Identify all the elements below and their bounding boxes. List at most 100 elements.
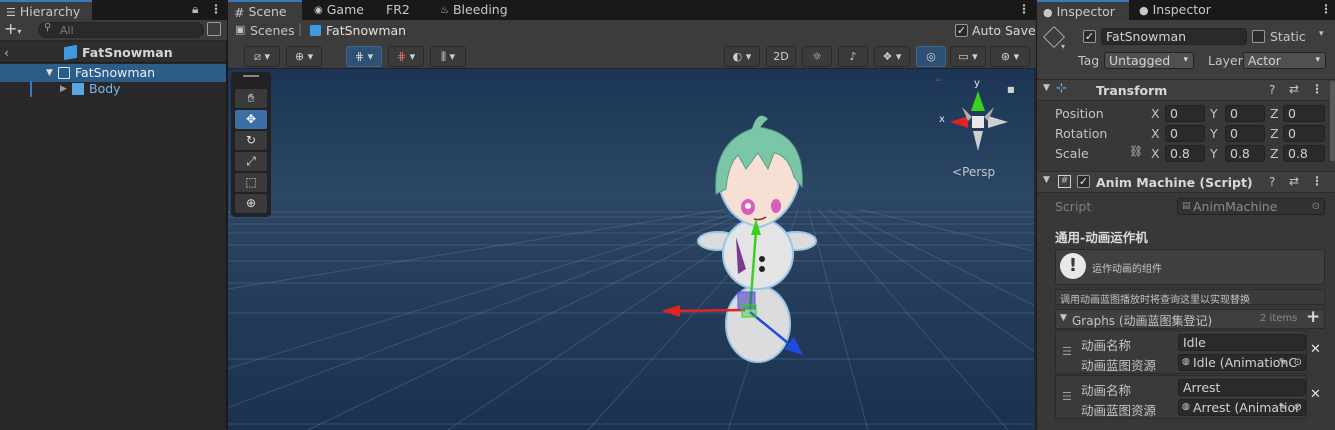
tab-scene[interactable]: # Scene <box>228 0 302 20</box>
component-menu-icon[interactable]: ⋮ <box>1311 174 1323 188</box>
edit-pencil-icon[interactable]: ✎ <box>1279 400 1287 415</box>
component-enabled-checkbox[interactable]: ✓ <box>1077 175 1090 188</box>
gizmos-dropdown[interactable]: ⊛ ▾ <box>990 46 1030 67</box>
gizmo-lock-icon[interactable]: ■ <box>1007 85 1015 94</box>
add-item-button[interactable]: + <box>1306 307 1320 327</box>
static-dropdown-icon[interactable]: ▾ <box>1319 29 1324 39</box>
lighting-toggle[interactable]: ☼ <box>802 46 832 67</box>
tab-inspector-1[interactable]: ● Inspector <box>1037 0 1129 20</box>
rotation-y-field[interactable]: 0 <box>1225 125 1265 142</box>
search-options-icon[interactable] <box>207 22 221 36</box>
entry-name-field[interactable]: Arrest <box>1178 379 1306 396</box>
scale-x-label: X <box>1151 146 1160 161</box>
edit-pencil-icon[interactable]: ✎ <box>1279 355 1287 370</box>
tab-hierarchy[interactable]: ☰ Hierarchy <box>0 0 92 20</box>
foldout-arrow-icon[interactable]: ▼ <box>1043 83 1050 93</box>
entry-name-label: 动画名称 <box>1081 383 1132 398</box>
grid-toggle[interactable]: ⋕ ▾ <box>388 46 424 67</box>
lock-icon[interactable]: 🔒︎ <box>192 2 198 17</box>
transform-icon: ⊕ <box>245 196 257 210</box>
foldout-arrow-icon[interactable]: ▼ <box>1043 175 1050 185</box>
link-icon[interactable]: ⛓︎ <box>1129 145 1143 158</box>
anim-machine-header[interactable]: ▼ # ✓ Anim Machine (Script) ? ⇄ ⋮ <box>1037 171 1335 193</box>
help-icon[interactable]: ? <box>1269 83 1275 97</box>
projection-toggle[interactable]: <Persp <box>952 165 995 179</box>
entry-asset-field[interactable]: ◍ Arrest (Animatior ✎ ⊙ <box>1178 399 1306 416</box>
scene-viewport[interactable]: ✋︎ ✥ ↻ ⤢ ⬚ ⊕ ═ ■ y x <Persp <box>228 69 1034 430</box>
tab-fr2[interactable]: FR2 <box>380 0 426 20</box>
brush-icon: ⧄ <box>253 50 261 63</box>
draw-mode-dropdown[interactable]: ⧄ ▾ <box>244 46 280 67</box>
position-z-field[interactable]: 0 <box>1283 105 1325 122</box>
tab-game[interactable]: ◉ Game <box>308 0 378 20</box>
hierarchy-panel: ☰ Hierarchy 🔒︎ ⋮ +▾ ⚲ All ‹ FatSnowman ▼… <box>0 0 227 430</box>
scale-z-field[interactable]: 0.8 <box>1283 145 1325 162</box>
more-menu-icon[interactable]: ⋮ <box>1018 2 1030 16</box>
inspector-panel: ● Inspector ● Inspector ⋮ ▾ ✓ FatSnowman… <box>1036 0 1335 430</box>
visibility-toggle[interactable]: ◎ <box>916 46 946 67</box>
scenes-folder-icon: ▣ <box>235 23 246 36</box>
move-tool[interactable]: ✥ <box>235 110 267 129</box>
icon-dropdown-icon[interactable]: ▾ <box>1061 42 1065 51</box>
overlay-drag-handle[interactable]: ═ <box>936 76 941 86</box>
grid-snap-toggle[interactable]: ⋕ ▾ <box>346 46 382 67</box>
preset-icon[interactable]: ⇄ <box>1289 82 1299 96</box>
inspector-scrollbar[interactable] <box>1330 81 1335 161</box>
audio-toggle[interactable]: ♪ <box>838 46 868 67</box>
foldout-arrow-icon[interactable]: ▼ <box>1060 313 1067 323</box>
increment-snap[interactable]: ⫼ ▾ <box>430 46 466 67</box>
collapse-arrow-icon[interactable]: ▶ <box>60 80 67 98</box>
grid-snap-icon: ⋕ <box>354 50 365 63</box>
scale-tool[interactable]: ⤢ <box>235 152 267 171</box>
gamepad-icon: ◉ <box>314 4 323 16</box>
scene-panel: # Scene ◉ Game FR2 ♨ Bleeding ⋮ ▣ Scenes… <box>228 0 1036 430</box>
active-checkbox[interactable]: ✓ <box>1083 30 1096 43</box>
drag-handle-icon[interactable]: ☰ <box>1062 345 1072 358</box>
global-toggle[interactable]: ⊕ ▾ <box>286 46 322 67</box>
rotate-tool[interactable]: ↻ <box>235 131 267 150</box>
shading-dropdown[interactable]: ◐ ▾ <box>724 46 760 67</box>
breadcrumb-object[interactable]: FatSnowman <box>326 23 406 38</box>
preset-icon[interactable]: ⇄ <box>1289 174 1299 188</box>
drag-handle-icon[interactable]: ☰ <box>1062 390 1072 403</box>
camera-dropdown[interactable]: ▭ ▾ <box>950 46 986 67</box>
graphs-list-header[interactable]: ▼ Graphs (动画蓝图集登记) 2 items <box>1055 309 1325 329</box>
rotation-z-field[interactable]: 0 <box>1283 125 1325 142</box>
entry-asset-field[interactable]: ◍ Idle (AnimationC ✎ ⊙ <box>1178 354 1306 371</box>
remove-item-button[interactable]: ✕ <box>1310 387 1321 402</box>
object-picker-icon[interactable]: ⊙ <box>1294 400 1302 415</box>
2d-toggle[interactable]: 2D <box>766 46 796 67</box>
auto-save-checkbox[interactable]: ✓ <box>955 24 968 37</box>
tag-dropdown[interactable]: Untagged ▾ <box>1104 52 1194 69</box>
back-chevron-icon[interactable]: ‹ <box>4 42 9 63</box>
scale-y-field[interactable]: 0.8 <box>1225 145 1265 162</box>
entry-asset-label: 动画蓝图资源 <box>1081 358 1157 373</box>
breadcrumb-root[interactable]: Scenes <box>250 23 295 38</box>
layer-dropdown[interactable]: Actor ▾ <box>1243 52 1326 69</box>
scale-x-field[interactable]: 0.8 <box>1165 145 1205 162</box>
tab-bleeding[interactable]: ♨ Bleeding <box>434 0 524 20</box>
hierarchy-item-body[interactable]: ▶ Body <box>0 80 226 98</box>
transform-header[interactable]: ▼ ⊹ Transform ? ⇄ ⋮ <box>1037 79 1335 101</box>
remove-item-button[interactable]: ✕ <box>1310 342 1321 357</box>
position-y-field[interactable]: 0 <box>1225 105 1265 122</box>
rect-tool[interactable]: ⬚ <box>235 173 267 192</box>
help-icon[interactable]: ? <box>1269 175 1275 189</box>
static-checkbox[interactable] <box>1252 30 1265 43</box>
object-picker-icon[interactable]: ⊙ <box>1294 355 1302 370</box>
transform-tool[interactable]: ⊕ <box>235 194 267 213</box>
position-x-field[interactable]: 0 <box>1165 105 1205 122</box>
add-button[interactable]: +▾ <box>4 20 21 41</box>
drag-handle[interactable] <box>243 75 259 77</box>
more-menu-icon[interactable]: ⋮ <box>1320 2 1332 16</box>
component-menu-icon[interactable]: ⋮ <box>1311 82 1323 96</box>
rotation-x-field[interactable]: 0 <box>1165 125 1205 142</box>
more-menu-icon[interactable]: ⋮ <box>210 2 222 16</box>
scene-header-row[interactable]: ‹ FatSnowman <box>0 42 226 63</box>
search-input[interactable]: ⚲ All <box>38 22 204 38</box>
hand-tool[interactable]: ✋︎ <box>235 89 267 108</box>
entry-name-field[interactable]: Idle <box>1178 334 1306 351</box>
object-name-field[interactable]: FatSnowman <box>1101 28 1247 45</box>
effects-dropdown[interactable]: ❖ ▾ <box>874 46 910 67</box>
tab-inspector-2[interactable]: ● Inspector <box>1133 0 1225 20</box>
